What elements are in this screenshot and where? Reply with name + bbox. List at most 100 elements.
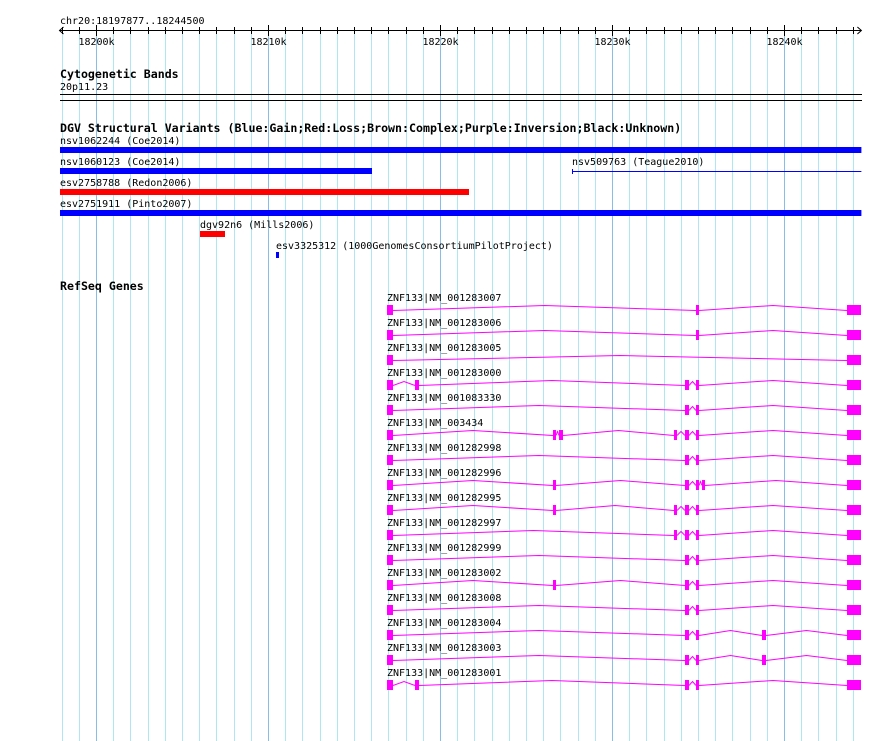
exon[interactable] [387, 380, 393, 390]
exon[interactable] [685, 505, 689, 515]
exon[interactable] [696, 430, 699, 440]
exon[interactable] [387, 305, 393, 315]
exon[interactable] [762, 630, 766, 640]
exon[interactable] [762, 655, 766, 665]
dgv-track-title[interactable]: DGV Structural Variants (Blue:Gain;Red:L… [60, 121, 681, 135]
exon[interactable] [847, 330, 861, 340]
exon[interactable] [696, 530, 699, 540]
variant-bar[interactable] [60, 210, 862, 216]
exon[interactable] [387, 580, 393, 590]
variant-bar[interactable] [275, 252, 280, 258]
exon[interactable] [847, 455, 861, 465]
exon[interactable] [847, 530, 861, 540]
exon[interactable] [696, 380, 699, 390]
exon[interactable] [387, 680, 393, 690]
exon[interactable] [685, 430, 689, 440]
transcript[interactable]: ZNF133|NM_001283002 [387, 568, 861, 590]
exon[interactable] [553, 480, 556, 490]
exon[interactable] [696, 605, 699, 615]
exon[interactable] [387, 605, 393, 615]
exon[interactable] [847, 305, 861, 315]
exon[interactable] [674, 430, 677, 440]
transcript[interactable]: ZNF133|NM_001083330 [387, 393, 861, 415]
exon[interactable] [553, 430, 556, 440]
exon[interactable] [387, 330, 393, 340]
exon[interactable] [415, 680, 419, 690]
transcript[interactable]: ZNF133|NM_001283004 [387, 618, 861, 640]
exon[interactable] [387, 405, 393, 415]
exon[interactable] [847, 430, 861, 440]
exon[interactable] [847, 505, 861, 515]
exon[interactable] [685, 555, 689, 565]
exon[interactable] [696, 405, 699, 415]
exon[interactable] [696, 480, 699, 490]
transcript[interactable]: ZNF133|NM_001283000 [387, 368, 861, 390]
variant-bar[interactable] [60, 168, 373, 174]
structural-variant[interactable]: nsv509763 (Teague2010) [571, 157, 862, 174]
exon[interactable] [387, 555, 393, 565]
exon[interactable] [847, 355, 861, 365]
exon[interactable] [559, 430, 563, 440]
exon[interactable] [685, 630, 689, 640]
transcript[interactable]: ZNF133|NM_001282996 [387, 468, 861, 490]
transcript[interactable]: ZNF133|NM_001283003 [387, 643, 861, 665]
exon[interactable] [696, 655, 699, 665]
exon[interactable] [685, 405, 689, 415]
transcript[interactable]: ZNF133|NM_001282995 [387, 493, 861, 515]
transcript[interactable]: ZNF133|NM_001283008 [387, 593, 861, 615]
exon[interactable] [387, 430, 393, 440]
refseq-track-title[interactable]: RefSeq Genes [60, 279, 144, 293]
exon[interactable] [685, 380, 689, 390]
exon[interactable] [847, 605, 861, 615]
variant-bar[interactable] [200, 231, 225, 237]
transcript[interactable]: ZNF133|NM_003434 [387, 418, 861, 440]
transcript[interactable]: ZNF133|NM_001283007 [387, 293, 861, 315]
exon[interactable] [685, 530, 689, 540]
exon[interactable] [674, 505, 677, 515]
structural-variant[interactable]: esv2751911 (Pinto2007) [60, 199, 862, 216]
transcript[interactable]: ZNF133|NM_001282998 [387, 443, 861, 465]
exon[interactable] [685, 455, 689, 465]
exon[interactable] [702, 480, 705, 490]
exon[interactable] [674, 530, 677, 540]
exon[interactable] [847, 480, 861, 490]
transcript[interactable]: ZNF133|NM_001283005 [387, 343, 861, 365]
exon[interactable] [685, 605, 689, 615]
variant-bar[interactable] [60, 147, 862, 153]
exon[interactable] [847, 655, 861, 665]
exon[interactable] [847, 630, 861, 640]
exon[interactable] [387, 655, 393, 665]
exon[interactable] [847, 680, 861, 690]
structural-variant[interactable]: dgv92n6 (Mills2006) [200, 220, 314, 237]
structural-variant[interactable]: esv2758788 (Redon2006) [60, 178, 469, 195]
exon[interactable] [553, 505, 556, 515]
exon[interactable] [696, 305, 699, 315]
exon[interactable] [553, 580, 556, 590]
structural-variant[interactable]: esv3325312 (1000GenomesConsortiumPilotPr… [275, 241, 553, 258]
exon[interactable] [847, 380, 861, 390]
transcript[interactable]: ZNF133|NM_001283006 [387, 318, 861, 340]
structural-variant[interactable]: nsv1062244 (Coe2014) [60, 136, 862, 153]
exon[interactable] [696, 580, 699, 590]
transcript[interactable]: ZNF133|NM_001282999 [387, 543, 861, 565]
exon[interactable] [387, 480, 393, 490]
exon[interactable] [387, 505, 393, 515]
exon[interactable] [387, 355, 393, 365]
exon[interactable] [685, 680, 689, 690]
variant-bar[interactable] [60, 189, 469, 195]
exon[interactable] [847, 580, 861, 590]
exon[interactable] [415, 380, 419, 390]
exon[interactable] [387, 455, 393, 465]
cytoband-track-title[interactable]: Cytogenetic Bands [60, 67, 179, 81]
exon[interactable] [685, 580, 689, 590]
exon[interactable] [387, 630, 393, 640]
exon[interactable] [847, 405, 861, 415]
transcript[interactable]: ZNF133|NM_001283001 [387, 668, 861, 690]
exon[interactable] [696, 505, 699, 515]
exon[interactable] [685, 480, 689, 490]
exon[interactable] [696, 455, 699, 465]
transcript[interactable]: ZNF133|NM_001282997 [387, 518, 861, 540]
exon[interactable] [696, 630, 699, 640]
exon[interactable] [685, 655, 689, 665]
exon[interactable] [696, 330, 699, 340]
